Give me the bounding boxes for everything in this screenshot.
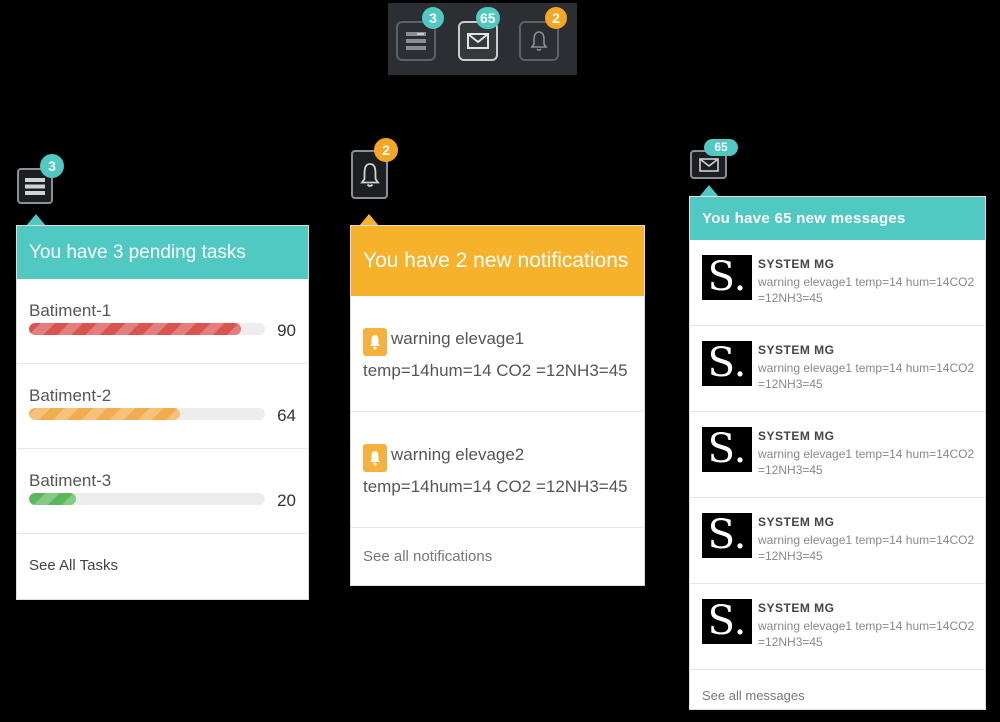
notification-content: warning elevage1 temp=14hum=14 CO2 =12NH… <box>363 324 637 386</box>
top-toolbar: 3 65 2 <box>388 3 577 75</box>
task-value: 20 <box>277 491 296 510</box>
bell-icon <box>530 31 548 52</box>
task-label: Batiment-2 <box>29 386 112 405</box>
notification-item[interactable]: warning elevage1 temp=14hum=14 CO2 =12NH… <box>351 296 644 412</box>
message-body: warning elevage1 temp=14 hum=14CO2 =12NH… <box>758 619 975 649</box>
tasks-dropdown-arrow <box>26 214 46 226</box>
avatar: S. <box>702 513 752 558</box>
messages-header: You have 65 new messages <box>690 197 985 240</box>
message-body: warning elevage1 temp=14 hum=14CO2 =12NH… <box>758 447 975 477</box>
task-label: Batiment-1 <box>29 301 112 320</box>
tasks-icon <box>406 32 426 50</box>
task-label: Batiment-3 <box>29 471 112 490</box>
bell-icon <box>363 328 387 356</box>
notifications-toolbar-badge: 2 <box>545 7 567 29</box>
task-value: 64 <box>277 406 296 425</box>
task-item-batiment-2[interactable]: Batiment-2 64 <box>17 364 308 449</box>
message-item[interactable]: S. SYSTEM MG warning elevage1 temp=14 hu… <box>690 326 985 412</box>
task-progress-bar <box>29 493 77 505</box>
tasks-header: You have 3 pending tasks <box>17 226 308 279</box>
message-sender: SYSTEM MG <box>758 515 835 529</box>
message-sender: SYSTEM MG <box>758 601 835 615</box>
task-item-batiment-3[interactable]: Batiment-3 20 <box>17 449 308 534</box>
tasks-dropdown: You have 3 pending tasks Batiment-1 90 B… <box>17 226 308 599</box>
avatar: S. <box>702 427 752 472</box>
envelope-icon <box>698 157 719 172</box>
messages-badge: 65 <box>704 139 738 156</box>
task-progress-track <box>29 323 265 335</box>
envelope-icon <box>467 33 489 49</box>
task-item-batiment-1[interactable]: Batiment-1 90 <box>17 279 308 364</box>
avatar: S. <box>702 599 752 644</box>
message-item[interactable]: S. SYSTEM MG warning elevage1 temp=14 hu… <box>690 498 985 584</box>
bell-icon <box>359 162 380 187</box>
notification-item[interactable]: warning elevage2 temp=14hum=14 CO2 =12NH… <box>351 412 644 528</box>
message-sender: SYSTEM MG <box>758 429 835 443</box>
notification-content: warning elevage2 temp=14hum=14 CO2 =12NH… <box>363 440 637 502</box>
avatar: S. <box>702 341 752 386</box>
notifications-badge: 2 <box>374 138 398 162</box>
notification-text: warning elevage1 temp=14hum=14 CO2 =12NH… <box>363 329 628 380</box>
task-value: 90 <box>277 321 296 340</box>
message-item[interactable]: S. SYSTEM MG warning elevage1 temp=14 hu… <box>690 240 985 326</box>
messages-toolbar-badge: 65 <box>476 7 500 29</box>
task-progress-bar <box>29 323 242 335</box>
message-sender: SYSTEM MG <box>758 257 835 271</box>
task-progress-bar <box>29 408 181 420</box>
notifications-dropdown-arrow <box>359 214 379 226</box>
message-body: warning elevage1 temp=14 hum=14CO2 =12NH… <box>758 275 975 305</box>
tasks-icon <box>25 177 45 195</box>
message-item[interactable]: S. SYSTEM MG warning elevage1 temp=14 hu… <box>690 412 985 498</box>
tasks-toolbar-badge: 3 <box>422 7 444 29</box>
messages-dropdown: You have 65 new messages S. SYSTEM MG wa… <box>690 197 985 709</box>
notifications-dropdown: You have 2 new notifications warning ele… <box>351 226 644 585</box>
messages-dropdown-arrow <box>699 185 719 197</box>
see-all-tasks-link[interactable]: See All Tasks <box>17 534 308 598</box>
avatar: S. <box>702 255 752 300</box>
tasks-badge: 3 <box>40 154 64 178</box>
task-progress-track <box>29 493 265 505</box>
notification-text: warning elevage2 temp=14hum=14 CO2 =12NH… <box>363 445 628 496</box>
see-all-messages-link[interactable]: See all messages <box>690 670 985 722</box>
see-all-notifications-link[interactable]: See all notifications <box>351 528 644 585</box>
message-item[interactable]: S. SYSTEM MG warning elevage1 temp=14 hu… <box>690 584 985 670</box>
message-sender: SYSTEM MG <box>758 343 835 357</box>
message-body: warning elevage1 temp=14 hum=14CO2 =12NH… <box>758 533 975 563</box>
bell-icon <box>363 444 387 472</box>
message-body: warning elevage1 temp=14 hum=14CO2 =12NH… <box>758 361 975 391</box>
task-progress-track <box>29 408 265 420</box>
notifications-header: You have 2 new notifications <box>351 226 644 296</box>
